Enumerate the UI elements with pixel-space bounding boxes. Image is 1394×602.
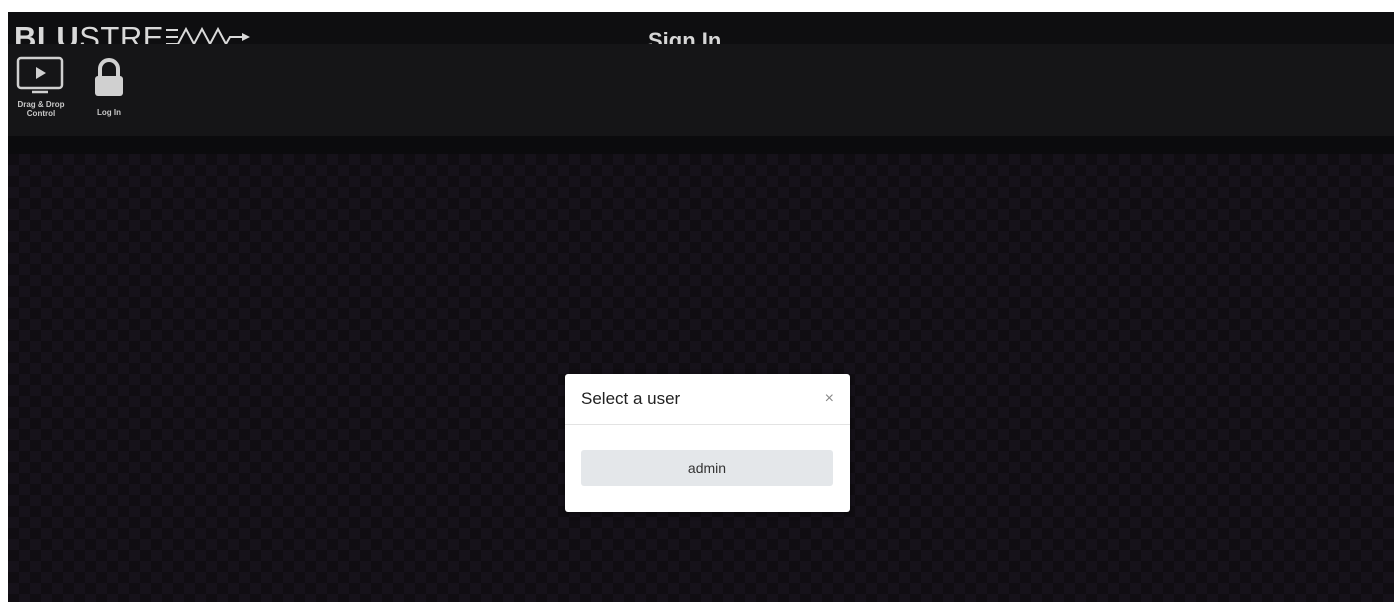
nav-item-label-line1: Drag & Drop xyxy=(17,100,65,109)
close-icon[interactable]: × xyxy=(825,391,834,407)
select-user-dialog: Select a user × admin xyxy=(565,374,850,512)
lock-icon xyxy=(95,58,123,96)
user-button-admin[interactable]: admin xyxy=(581,450,833,486)
nav-item-label: Drag & Drop Control xyxy=(17,100,64,118)
nav-item-drag-drop-control[interactable]: Drag & Drop Control xyxy=(8,56,76,156)
dialog-title: Select a user xyxy=(581,389,681,408)
nav-bar xyxy=(8,44,1394,136)
top-bar: BLU STRE Sign In xyxy=(8,12,1394,53)
app-window: BLU STRE Sign In Drag & Drop Control Log… xyxy=(8,12,1394,602)
nav-item-label: Log In xyxy=(97,108,121,117)
nav-item-label-line2: Control xyxy=(26,109,56,118)
dialog-header: Select a user × xyxy=(565,374,850,425)
play-screen-icon xyxy=(16,56,64,94)
nav-item-log-in[interactable]: Log In xyxy=(74,56,144,162)
